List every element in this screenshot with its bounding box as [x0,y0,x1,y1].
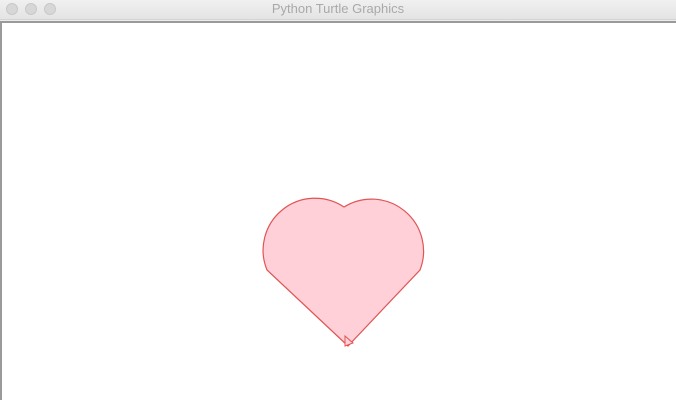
canvas-svg [262,197,425,347]
heart-shape [262,197,425,347]
turtle-canvas[interactable] [2,23,676,400]
title-bar[interactable]: Python Turtle Graphics [0,0,676,20]
turtle-window: Python Turtle Graphics [0,0,676,400]
window-title: Python Turtle Graphics [271,1,405,16]
canvas-frame [0,21,676,400]
